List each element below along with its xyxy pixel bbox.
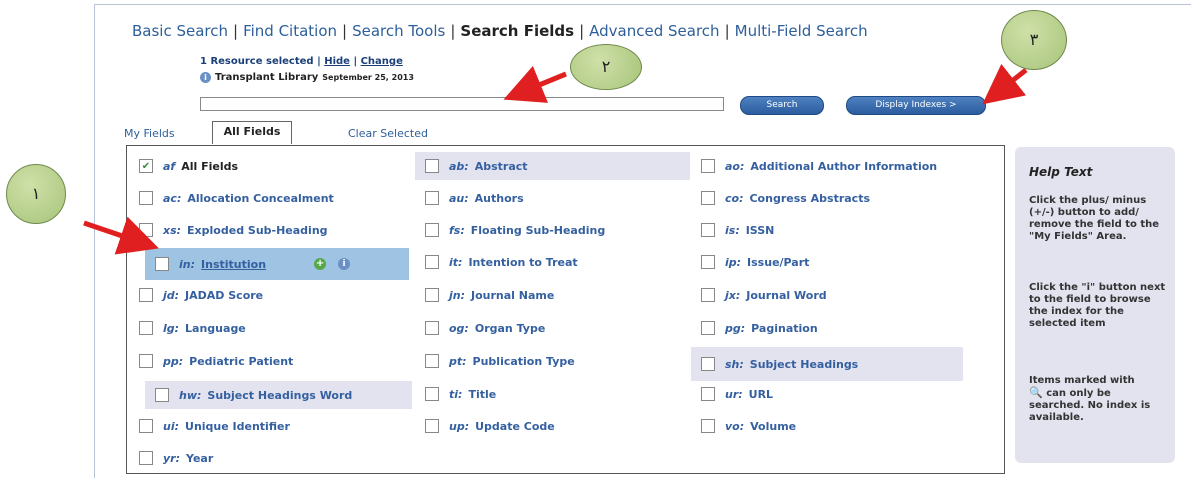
annotation-badge-1: ١ — [6, 164, 66, 224]
arrow-to-institution — [83, 216, 159, 255]
arrow-to-search-box — [503, 65, 567, 103]
annotation-badge-2: ٢ — [570, 44, 642, 90]
annotation-badge-3: ٣ — [1001, 10, 1067, 70]
arrow-to-display-indexes — [982, 63, 1028, 105]
